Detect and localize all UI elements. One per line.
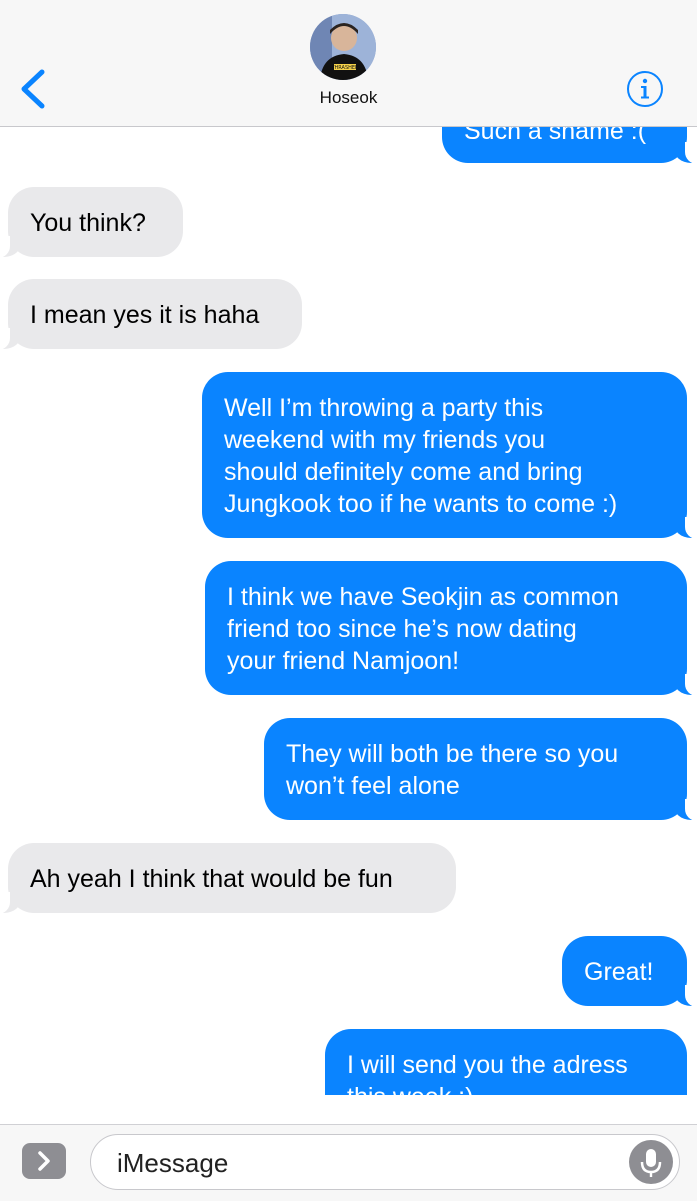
message-bubble-incoming[interactable]: I mean yes it is haha — [0, 279, 302, 350]
message-text: I think we have Seokjin as common friend… — [227, 583, 619, 675]
message-bubble-outgoing[interactable]: I will send you the adress this week :) — [325, 1029, 687, 1095]
microphone-icon — [640, 1149, 662, 1177]
message-text: They will both be there so you won’t fee… — [286, 740, 619, 800]
message-bubble-outgoing[interactable]: Such a shame :( — [442, 127, 697, 164]
message-text: I will send you the adress this week :) — [347, 1051, 628, 1095]
message-text: Such a shame :( — [464, 127, 647, 145]
svg-text:THRASHER: THRASHER — [330, 65, 359, 71]
message-text: Great! — [584, 958, 654, 986]
message-bubble-outgoing[interactable]: I think we have Seokjin as common friend… — [205, 561, 697, 696]
info-button[interactable] — [626, 70, 664, 108]
contact-name[interactable]: Hoseok — [0, 88, 697, 108]
message-text: Ah yeah I think that would be fun — [30, 865, 393, 893]
message-text: You think? — [30, 209, 146, 237]
message-thread[interactable]: Such a shame :( You think? I mean yes it… — [0, 127, 697, 1095]
message-composer: iMessage — [0, 1124, 697, 1201]
message-text: I mean yes it is haha — [30, 301, 260, 329]
conversation-header: THRASHER Hoseok — [0, 0, 697, 127]
apps-button[interactable] — [22, 1143, 66, 1179]
chevron-right-icon — [38, 1151, 50, 1171]
info-circle-icon — [627, 71, 663, 107]
message-bubble-outgoing[interactable]: Great! — [562, 936, 697, 1007]
contact-photo: THRASHER — [310, 14, 376, 80]
message-text: Well I’m throwing a party this weekend w… — [224, 394, 618, 518]
message-input-placeholder: iMessage — [117, 1148, 229, 1178]
message-bubble-outgoing[interactable]: Well I’m throwing a party this weekend w… — [202, 372, 697, 539]
message-input[interactable]: iMessage — [90, 1134, 680, 1190]
message-bubble-outgoing[interactable]: They will both be there so you won’t fee… — [264, 718, 697, 821]
message-bubble-incoming[interactable]: You think? — [0, 187, 183, 258]
avatar[interactable]: THRASHER — [310, 14, 376, 80]
message-bubble-incoming[interactable]: Ah yeah I think that would be fun — [0, 843, 456, 914]
dictation-button[interactable] — [629, 1140, 673, 1184]
